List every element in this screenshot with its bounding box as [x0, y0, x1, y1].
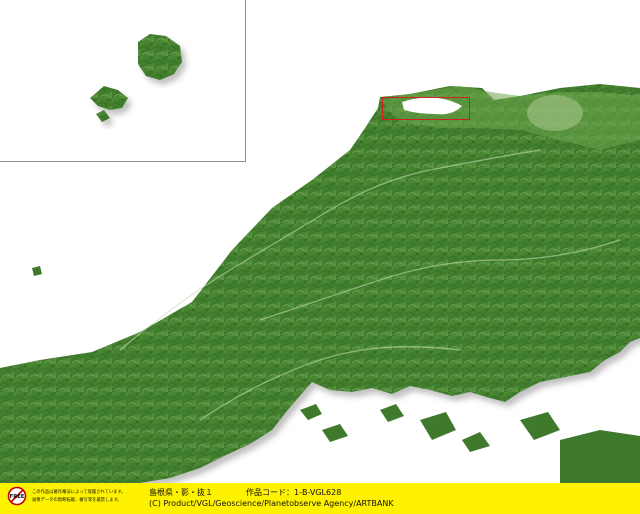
- mountain-daisen: [527, 95, 583, 131]
- credit-line: (C) Product/VGL/Geoscience/Planetobserve…: [149, 499, 394, 508]
- map-title: 島根県・影・抜１: [149, 488, 213, 497]
- inland-islands: [300, 404, 640, 483]
- small-island: [32, 266, 42, 276]
- highlight-box: [382, 97, 470, 120]
- copyright-notice: この作品は著作権法によって保護されています。 画像データの無断転載、複写等を厳禁…: [32, 489, 144, 505]
- notice-line-1: この作品は著作権法によって保護されています。: [32, 490, 126, 495]
- title-line: 島根県・影・抜１ 作品コード：1-B-VGL628: [149, 487, 341, 498]
- notice-line-2: 画像データの無断転載、複写等を厳禁します。: [32, 498, 122, 503]
- free-badge-icon: FREE: [7, 486, 27, 506]
- map-stage: FREE この作品は著作権法によって保護されています。 画像データの無断転載、複…: [0, 0, 640, 514]
- free-badge-text: FREE: [10, 494, 25, 500]
- work-code: 作品コード：1-B-VGL628: [246, 488, 342, 497]
- inset-frame: [0, 0, 246, 162]
